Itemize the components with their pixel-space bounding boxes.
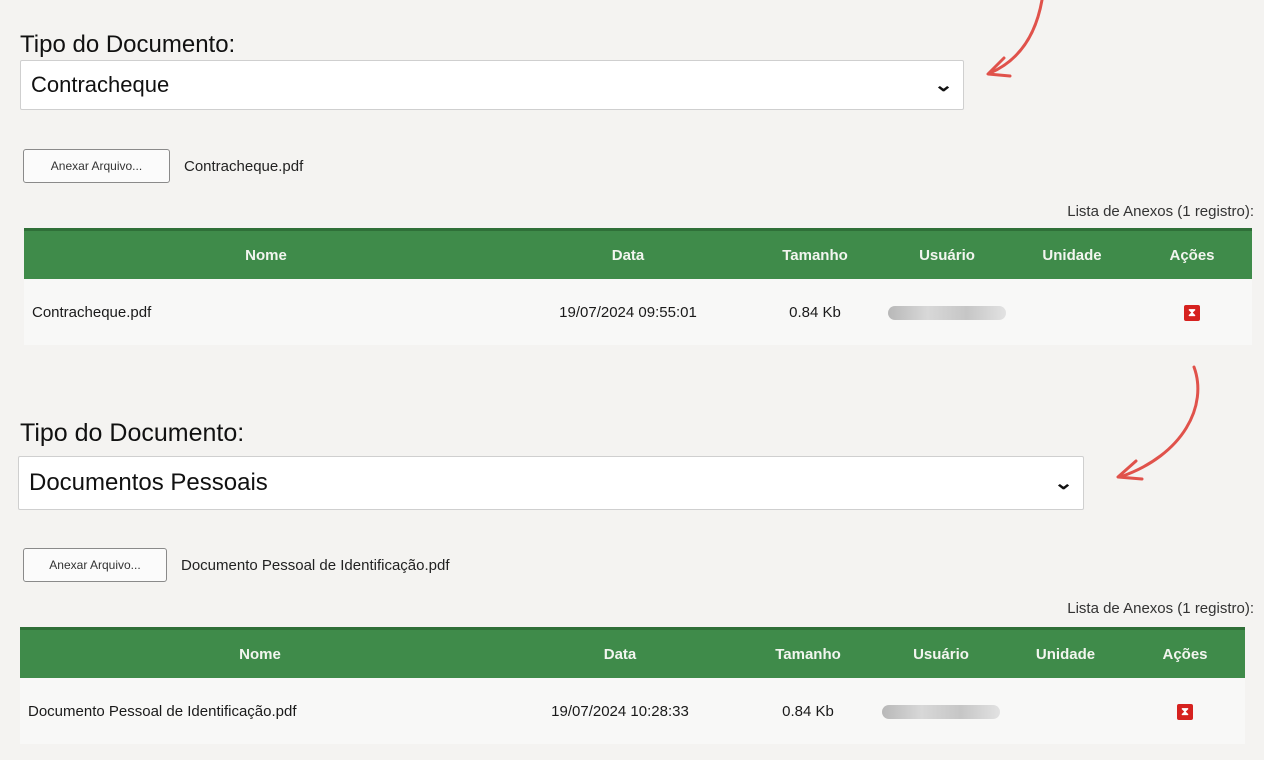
- attachments-list-caption: Lista de Anexos (1 registro):: [1067, 203, 1254, 220]
- column-header-acoes: Ações: [1132, 228, 1252, 279]
- table-header-row: Nome Data Tamanho Usuário Unidade Ações: [20, 627, 1245, 678]
- document-type-selected-value: Contracheque: [31, 72, 170, 97]
- cell-usuario: [876, 678, 1006, 744]
- attachments-table: Nome Data Tamanho Usuário Unidade Ações …: [24, 228, 1252, 345]
- chevron-down-icon: ⌄: [1053, 472, 1074, 493]
- redacted-user: [888, 305, 1006, 320]
- attach-row: Anexar Arquivo... Contracheque.pdf: [23, 149, 303, 183]
- curved-arrow-icon: [986, 0, 1044, 78]
- column-header-data: Data: [500, 627, 740, 678]
- attachments-table: Nome Data Tamanho Usuário Unidade Ações …: [20, 627, 1245, 744]
- column-header-usuario: Usuário: [876, 627, 1006, 678]
- cell-tamanho: 0.84 Kb: [740, 678, 876, 744]
- column-header-acoes: Ações: [1125, 627, 1245, 678]
- attach-file-button[interactable]: Anexar Arquivo...: [23, 149, 170, 183]
- column-header-data: Data: [508, 228, 748, 279]
- cell-data: 19/07/2024 09:55:01: [508, 279, 748, 345]
- cell-acoes: ⧗: [1132, 279, 1252, 345]
- document-type-selected-value: Documentos Pessoais: [29, 469, 268, 496]
- curved-arrow-icon: [1116, 365, 1200, 481]
- attachments-list-caption: Lista de Anexos (1 registro):: [1067, 600, 1254, 617]
- document-panel-1: Tipo do Documento: Contracheque ⌄ Anexar…: [0, 0, 1264, 355]
- document-type-select[interactable]: Documentos Pessoais ⌄: [18, 456, 1084, 510]
- cell-usuario: [882, 279, 1012, 345]
- cell-data: 19/07/2024 10:28:33: [500, 678, 740, 744]
- column-header-unidade: Unidade: [1012, 228, 1132, 279]
- document-type-select[interactable]: Contracheque ⌄: [20, 60, 964, 110]
- document-panel-2: Tipo do Documento: Documentos Pessoais ⌄…: [0, 405, 1264, 760]
- column-header-tamanho: Tamanho: [740, 627, 876, 678]
- column-header-nome: Nome: [20, 627, 500, 678]
- cell-unidade: [1012, 279, 1132, 345]
- table-row: Documento Pessoal de Identificação.pdf 1…: [20, 678, 1245, 744]
- cell-nome: Documento Pessoal de Identificação.pdf: [20, 678, 500, 744]
- delete-icon[interactable]: ⧗: [1184, 305, 1200, 322]
- cell-nome: Contracheque.pdf: [24, 279, 508, 345]
- chevron-down-icon: ⌄: [933, 74, 954, 95]
- column-header-tamanho: Tamanho: [748, 228, 882, 279]
- column-header-nome: Nome: [24, 228, 508, 279]
- table-row: Contracheque.pdf 19/07/2024 09:55:01 0.8…: [24, 279, 1252, 345]
- column-header-unidade: Unidade: [1006, 627, 1125, 678]
- cell-tamanho: 0.84 Kb: [748, 279, 882, 345]
- document-type-label: Tipo do Documento:: [20, 31, 236, 58]
- document-type-label: Tipo do Documento:: [20, 419, 245, 447]
- attached-file-name: Documento Pessoal de Identificação.pdf: [181, 556, 450, 574]
- table-header-row: Nome Data Tamanho Usuário Unidade Ações: [24, 228, 1252, 279]
- attached-file-name: Contracheque.pdf: [184, 157, 304, 175]
- cell-acoes: ⧗: [1125, 678, 1245, 744]
- cell-unidade: [1006, 678, 1125, 744]
- redacted-user: [882, 704, 1000, 719]
- column-header-usuario: Usuário: [882, 228, 1012, 279]
- attach-file-button[interactable]: Anexar Arquivo...: [23, 548, 167, 582]
- delete-icon[interactable]: ⧗: [1177, 704, 1193, 721]
- attach-row: Anexar Arquivo... Documento Pessoal de I…: [23, 548, 450, 582]
